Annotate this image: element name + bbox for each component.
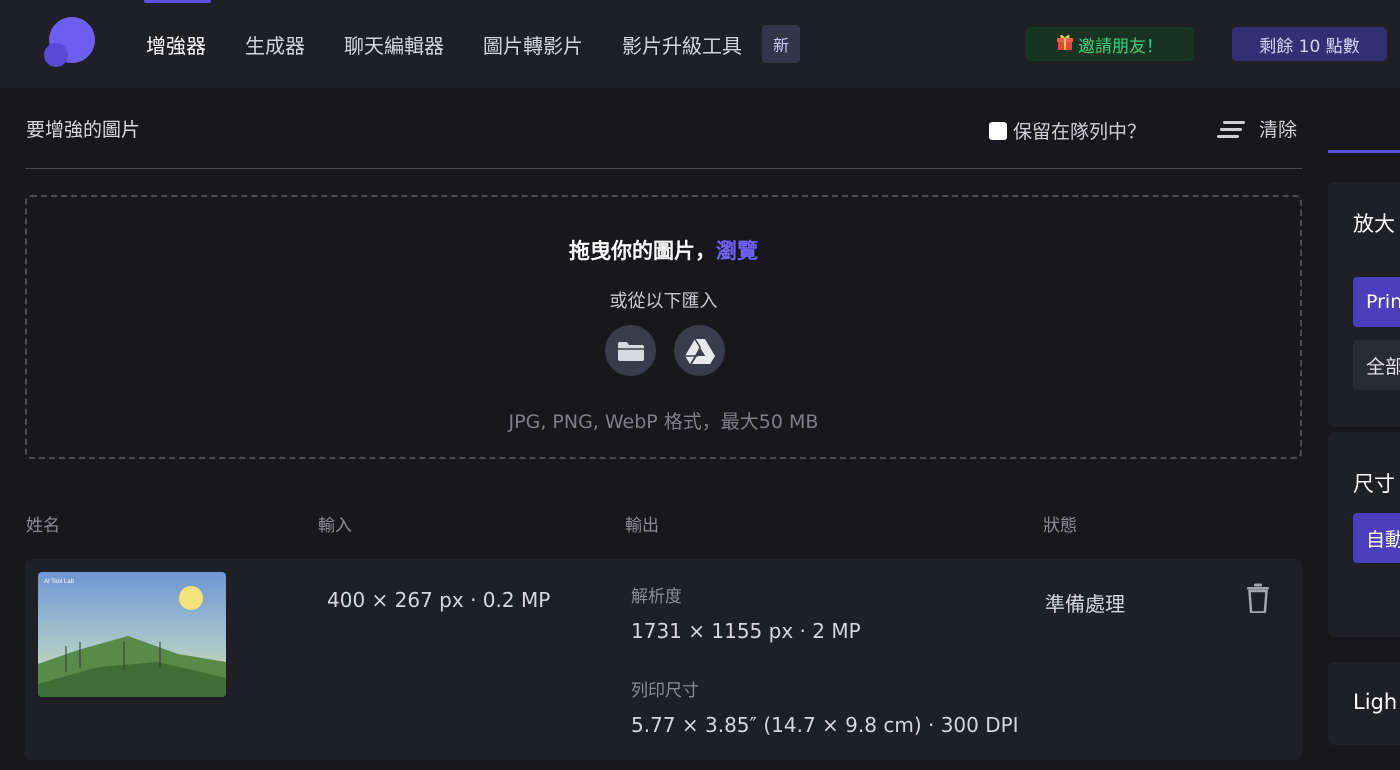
keep-in-queue-toggle[interactable]: 保留在隊列中？: [989, 117, 1146, 144]
new-badge: 新: [762, 25, 801, 63]
invite-friends-label: 邀請朋友！: [1078, 36, 1163, 57]
nav-item-image-to-video[interactable]: 圖片轉影片: [483, 30, 583, 59]
size-title: 尺寸: [1353, 472, 1395, 496]
credits-remaining-button[interactable]: 剩餘 10 點數: [1232, 27, 1387, 61]
queue-divider: [25, 168, 1302, 169]
upscale-title: 放大: [1353, 212, 1395, 236]
supported-formats: JPG, PNG, WebP 格式，最大50 MB: [508, 411, 819, 433]
thumbnail-title: AI Tool Lab: [44, 579, 75, 585]
keep-in-queue-checkbox[interactable]: [989, 121, 1007, 140]
browse-link[interactable]: 瀏覽: [716, 239, 758, 263]
status-text: 準備處理: [1045, 592, 1125, 616]
nav-item-generator[interactable]: 生成器: [245, 30, 305, 59]
import-from-google-drive-button[interactable]: [674, 325, 725, 376]
active-nav-indicator: [144, 0, 211, 3]
google-drive-icon: [684, 338, 715, 364]
output-resolution: 1731 × 1155 px · 2 MP: [631, 619, 861, 643]
print-size-label: 列印尺寸: [631, 681, 699, 701]
table-row: AI Tool Lab 400 × 267 px · 0.2 MP 解析度 17…: [25, 559, 1302, 760]
size-settings-card: 尺寸 自動: [1328, 432, 1400, 637]
column-header-name: 姓名: [26, 516, 60, 536]
output-resolution-label: 解析度: [631, 587, 682, 607]
dropzone-title-text: 拖曳你的圖片，: [569, 239, 716, 263]
upscale-option-all[interactable]: 全部: [1353, 340, 1400, 390]
dropzone-subtitle: 或從以下匯入: [609, 291, 718, 312]
main-nav: 增強器 生成器 聊天編輯器 圖片轉影片 影片升級工具 新: [146, 25, 801, 63]
top-navigation-bar: 增強器 生成器 聊天編輯器 圖片轉影片 影片升級工具 新 邀請朋友！ 剩餘 10…: [0, 0, 1400, 88]
light-title: Ligh: [1353, 690, 1398, 714]
print-size: 5.77 × 3.85″ (14.7 × 9.8 cm) · 300 DPI: [631, 713, 1019, 737]
nav-item-chat-editor[interactable]: 聊天編輯器: [344, 30, 444, 59]
image-dropzone[interactable]: 拖曳你的圖片，瀏覽 或從以下匯入 JPG, PNG, WebP 格式，最大50 …: [25, 195, 1302, 459]
invite-friends-button[interactable]: 邀請朋友！: [1025, 27, 1194, 61]
column-header-status: 狀態: [1043, 516, 1077, 536]
nav-item-enhancer[interactable]: 增強器: [146, 30, 206, 59]
import-sources: [605, 325, 743, 376]
keep-in-queue-label: 保留在隊列中？: [1013, 121, 1147, 143]
gift-icon: [1056, 33, 1074, 56]
input-dimensions: 400 × 267 px · 0.2 MP: [327, 588, 551, 612]
light-settings-card: Ligh: [1328, 662, 1400, 745]
upscale-option-primary[interactable]: Prin: [1353, 277, 1400, 327]
import-from-folder-button[interactable]: [605, 325, 656, 376]
image-thumbnail[interactable]: AI Tool Lab: [38, 572, 226, 697]
clear-lines-icon: [1217, 120, 1245, 138]
queue-title: 要增強的圖片: [26, 119, 141, 141]
settings-tab-indicator: [1328, 150, 1400, 153]
size-option-auto[interactable]: 自動: [1353, 513, 1400, 563]
nav-item-video-upscaler[interactable]: 影片升級工具: [622, 30, 742, 59]
trash-icon[interactable]: [1246, 583, 1270, 613]
column-header-output: 輸出: [625, 516, 659, 536]
upscale-settings-card: 放大 Prin 全部: [1328, 182, 1400, 427]
clear-label: 清除: [1259, 119, 1298, 141]
dropzone-title: 拖曳你的圖片，瀏覽: [27, 235, 1300, 265]
app-logo[interactable]: [44, 17, 96, 69]
column-header-input: 輸入: [318, 516, 352, 536]
clear-queue-button[interactable]: 清除: [1217, 115, 1297, 142]
folder-icon: [617, 341, 644, 361]
